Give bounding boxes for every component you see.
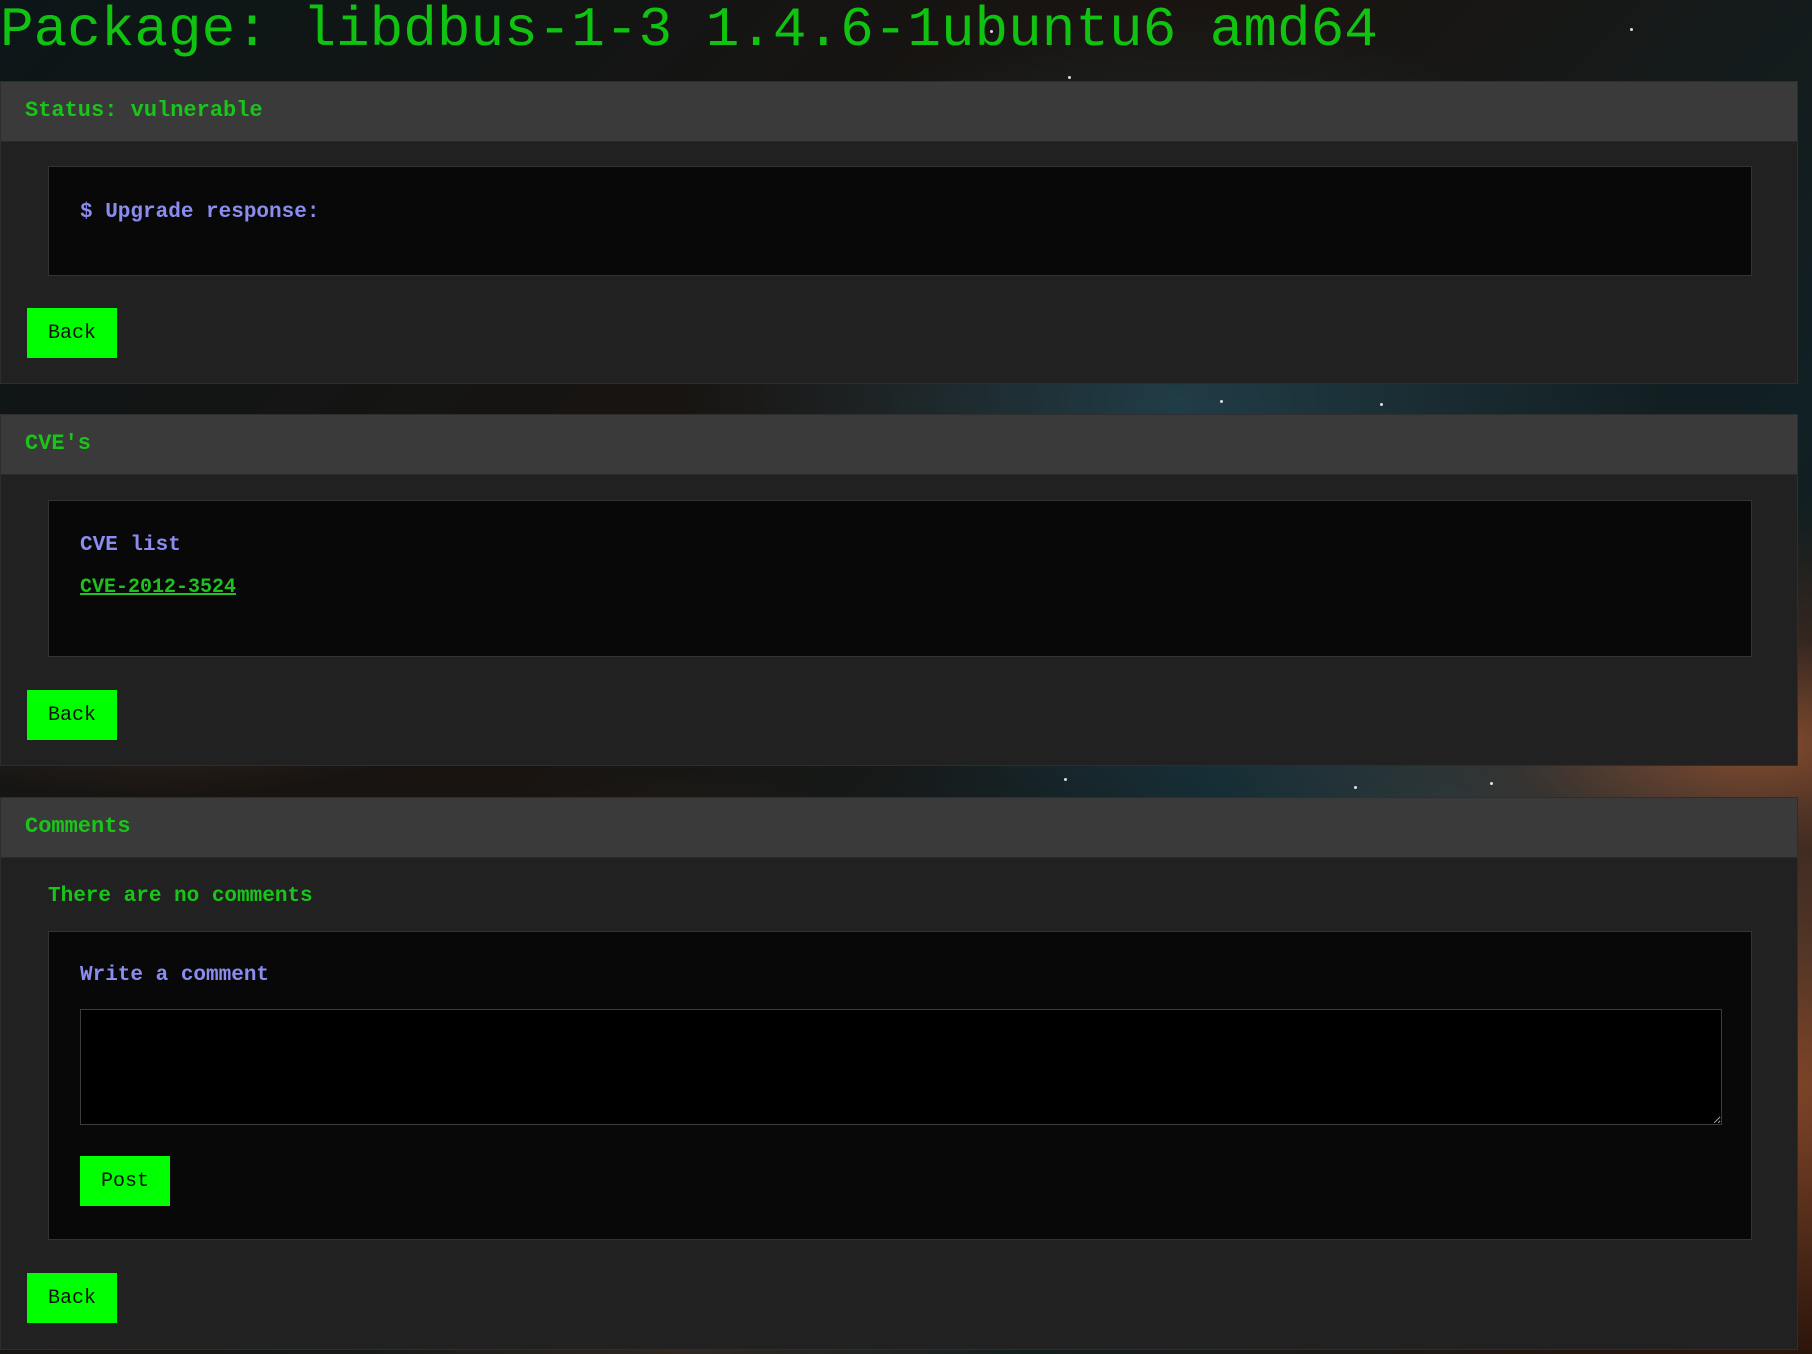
background-star [1064, 778, 1067, 781]
post-button[interactable]: Post [80, 1156, 170, 1206]
cve-back-button[interactable]: Back [27, 690, 117, 740]
cve-panel: CVE's CVE list CVE-2012-3524 Back [0, 414, 1798, 766]
background-star [1380, 403, 1383, 406]
page-title: Package: libdbus-1-3 1.4.6-1ubuntu6 amd6… [0, 0, 1378, 62]
upgrade-response-console: $ Upgrade response: [48, 166, 1752, 276]
cve-link[interactable]: CVE-2012-3524 [80, 576, 236, 599]
status-header: Status: vulnerable [1, 82, 1797, 142]
status-back-button[interactable]: Back [27, 308, 117, 358]
background-star [1354, 786, 1357, 789]
comment-textarea[interactable] [80, 1009, 1722, 1125]
no-comments-message: There are no comments [48, 885, 313, 908]
background-star [1220, 400, 1223, 403]
comment-form-label: Write a comment [80, 964, 270, 987]
comment-form: Write a comment Post [48, 931, 1752, 1240]
background-star [1068, 76, 1071, 79]
background-star [1630, 28, 1633, 31]
comments-header: Comments [1, 798, 1797, 858]
comments-panel: Comments There are no comments Write a c… [0, 797, 1798, 1350]
cve-list-box: CVE list CVE-2012-3524 [48, 500, 1752, 657]
cve-list-label: CVE list [80, 534, 181, 557]
status-panel: Status: vulnerable $ Upgrade response: B… [0, 81, 1798, 384]
background-star [1490, 782, 1493, 785]
upgrade-response-label: $ Upgrade response: [80, 201, 320, 224]
comments-back-button[interactable]: Back [27, 1273, 117, 1323]
cve-header: CVE's [1, 415, 1797, 475]
